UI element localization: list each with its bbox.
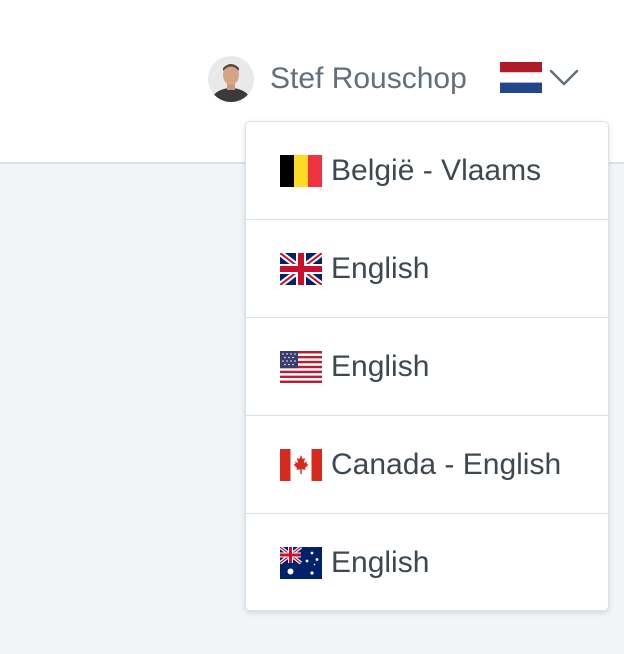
belgium-flag-icon (280, 154, 322, 187)
chevron-down-icon[interactable] (548, 66, 580, 88)
language-option-english-uk[interactable]: English (246, 220, 608, 318)
language-option-english-us[interactable]: English (246, 318, 608, 416)
netherlands-flag-icon[interactable] (500, 62, 542, 93)
language-option-label: English (331, 349, 430, 383)
language-option-label: België - Vlaams (331, 153, 542, 187)
language-option-canada-english[interactable]: Canada - English (246, 416, 608, 514)
language-dropdown: België - Vlaams English English Canada -… (245, 121, 609, 611)
user-menu[interactable]: Stef Rouschop (208, 54, 467, 104)
australia-flag-icon (280, 547, 322, 579)
user-avatar[interactable] (208, 56, 254, 102)
language-option-label: English (331, 251, 430, 285)
us-flag-icon (280, 350, 322, 383)
language-option-belgie-vlaams[interactable]: België - Vlaams (246, 122, 608, 220)
language-option-label: English (331, 546, 430, 579)
uk-flag-icon (280, 252, 322, 285)
user-name[interactable]: Stef Rouschop (270, 62, 467, 96)
canada-flag-icon (280, 448, 322, 481)
language-option-english-australia[interactable]: English (246, 514, 608, 610)
language-option-label: Canada - English (331, 447, 562, 481)
